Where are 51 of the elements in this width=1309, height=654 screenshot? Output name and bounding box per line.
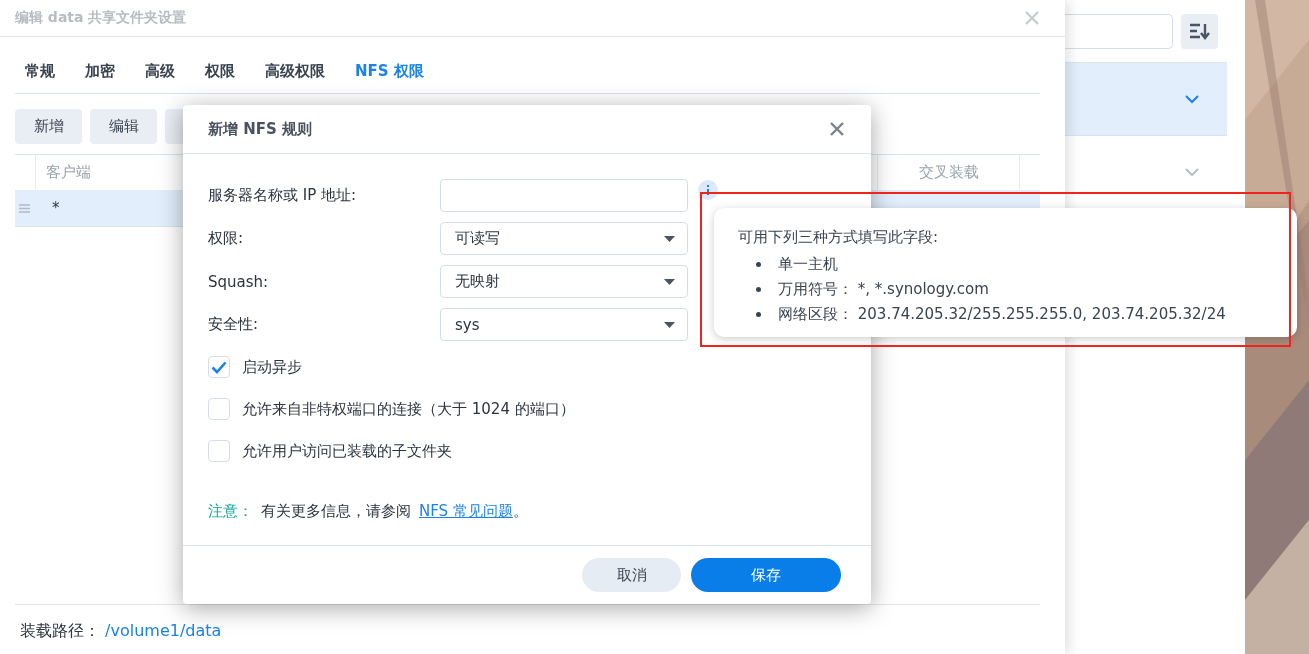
mount-path-label: 装载路径： [20,621,100,640]
chevron-down-icon[interactable] [1185,167,1199,177]
input-field[interactable] [440,179,688,212]
checkbox-label: 启动异步 [242,357,302,377]
dialog-title: 新增 NFS 规则 [208,119,314,139]
table-cell: * [52,199,60,217]
tab[interactable]: 高级 [135,62,185,93]
drag-handle-icon[interactable] [19,203,30,213]
tab[interactable]: NFS 权限 [345,62,434,93]
bullet-icon [756,287,761,292]
tooltip-item: 单一主机 [778,255,838,274]
note-end: 。 [512,502,528,521]
tooltip-text: 可用下列三种方式填写此字段: [738,228,940,248]
note-text: 有关更多信息，请参阅 [261,502,411,521]
note-label: 注意： [208,502,253,521]
caret-icon [664,321,675,328]
chevron-down-icon[interactable] [1185,94,1199,104]
faq-link[interactable]: NFS 常见问题 [419,502,513,521]
close-icon[interactable] [830,122,844,136]
window-title: 编辑 data 共享文件夹设置 [15,9,188,27]
dropdown[interactable]: sys [440,308,688,341]
search-field[interactable] [1065,13,1173,49]
checkbox-label: 允许用户访问已装载的子文件夹 [242,441,452,461]
toolbar-button[interactable]: 编辑 [90,109,157,144]
caret-icon [664,278,675,285]
toolbar-button[interactable]: 新增 [15,109,82,144]
checkbox[interactable] [208,440,230,462]
checkbox-label: 允许来自非特权端口的连接（大于 1024 的端口） [242,399,575,419]
mount-path-value: /volume1/data [105,621,222,640]
field-label: 安全性: [208,315,260,334]
cancel-button[interactable]: 取消 [582,558,681,592]
tooltip-item: 网络区段： 203.74.205.32/255.255.255.0, 203.74.205.32/24 [778,305,1226,324]
save-button[interactable]: 保存 [691,558,841,592]
field-label: 权限: [208,229,245,248]
close-icon[interactable] [1025,11,1039,25]
tab[interactable]: 加密 [75,62,125,93]
checkbox[interactable] [208,356,230,378]
field-label: Squash: [208,272,270,291]
bullet-icon [756,312,761,317]
tooltip-item: 万用符号： *, *.synology.com [778,280,989,299]
dropdown[interactable]: 无映射 [440,265,688,298]
tab[interactable]: 权限 [195,62,245,93]
checkbox[interactable] [208,398,230,420]
sort-icon [1188,22,1211,40]
dropdown[interactable]: 可读写 [440,222,688,255]
caret-icon [664,235,675,242]
tab[interactable]: 常规 [15,62,65,93]
sort-button[interactable] [1181,13,1218,49]
field-label: 服务器名称或 IP 地址: [208,186,358,205]
bullet-icon [756,262,761,267]
tab[interactable]: 高级权限 [255,62,335,93]
